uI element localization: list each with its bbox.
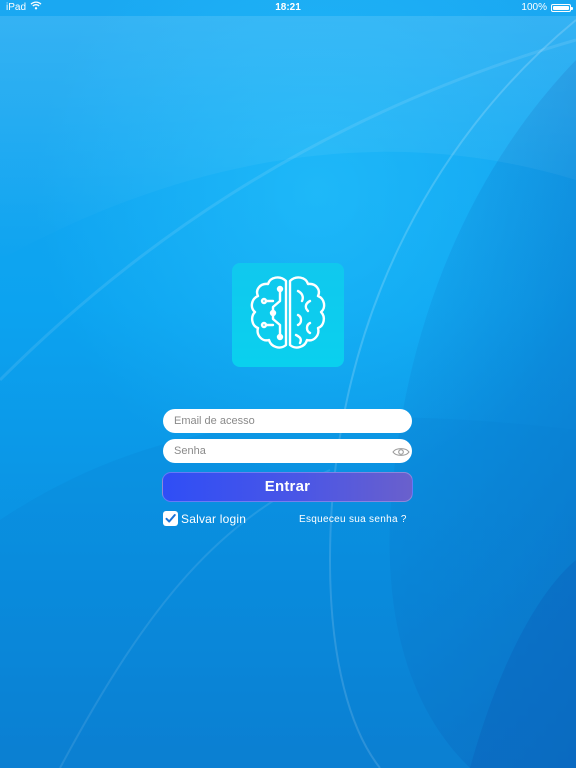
status-bar: iPad 18:21 100% — [0, 0, 576, 16]
background-waves — [0, 16, 576, 768]
password-input[interactable] — [163, 439, 412, 463]
battery-percent: 100% — [521, 2, 547, 13]
eye-icon[interactable] — [392, 445, 410, 457]
status-time: 18:21 — [275, 2, 301, 13]
forgot-password-link[interactable]: Esqueceu sua senha ? — [299, 514, 407, 525]
email-input[interactable] — [163, 409, 412, 433]
login-button[interactable]: Entrar — [162, 472, 413, 502]
status-right: 100% — [521, 0, 573, 16]
checkmark-icon — [165, 514, 176, 523]
battery-icon — [551, 4, 573, 12]
app-logo — [232, 263, 344, 367]
brain-circuit-icon — [250, 276, 326, 349]
save-login-checkbox[interactable] — [163, 511, 178, 526]
battery-fill — [553, 6, 569, 10]
background — [0, 0, 576, 768]
save-login-label: Salvar login — [181, 511, 247, 526]
save-login-toggle[interactable]: Salvar login — [163, 511, 246, 526]
